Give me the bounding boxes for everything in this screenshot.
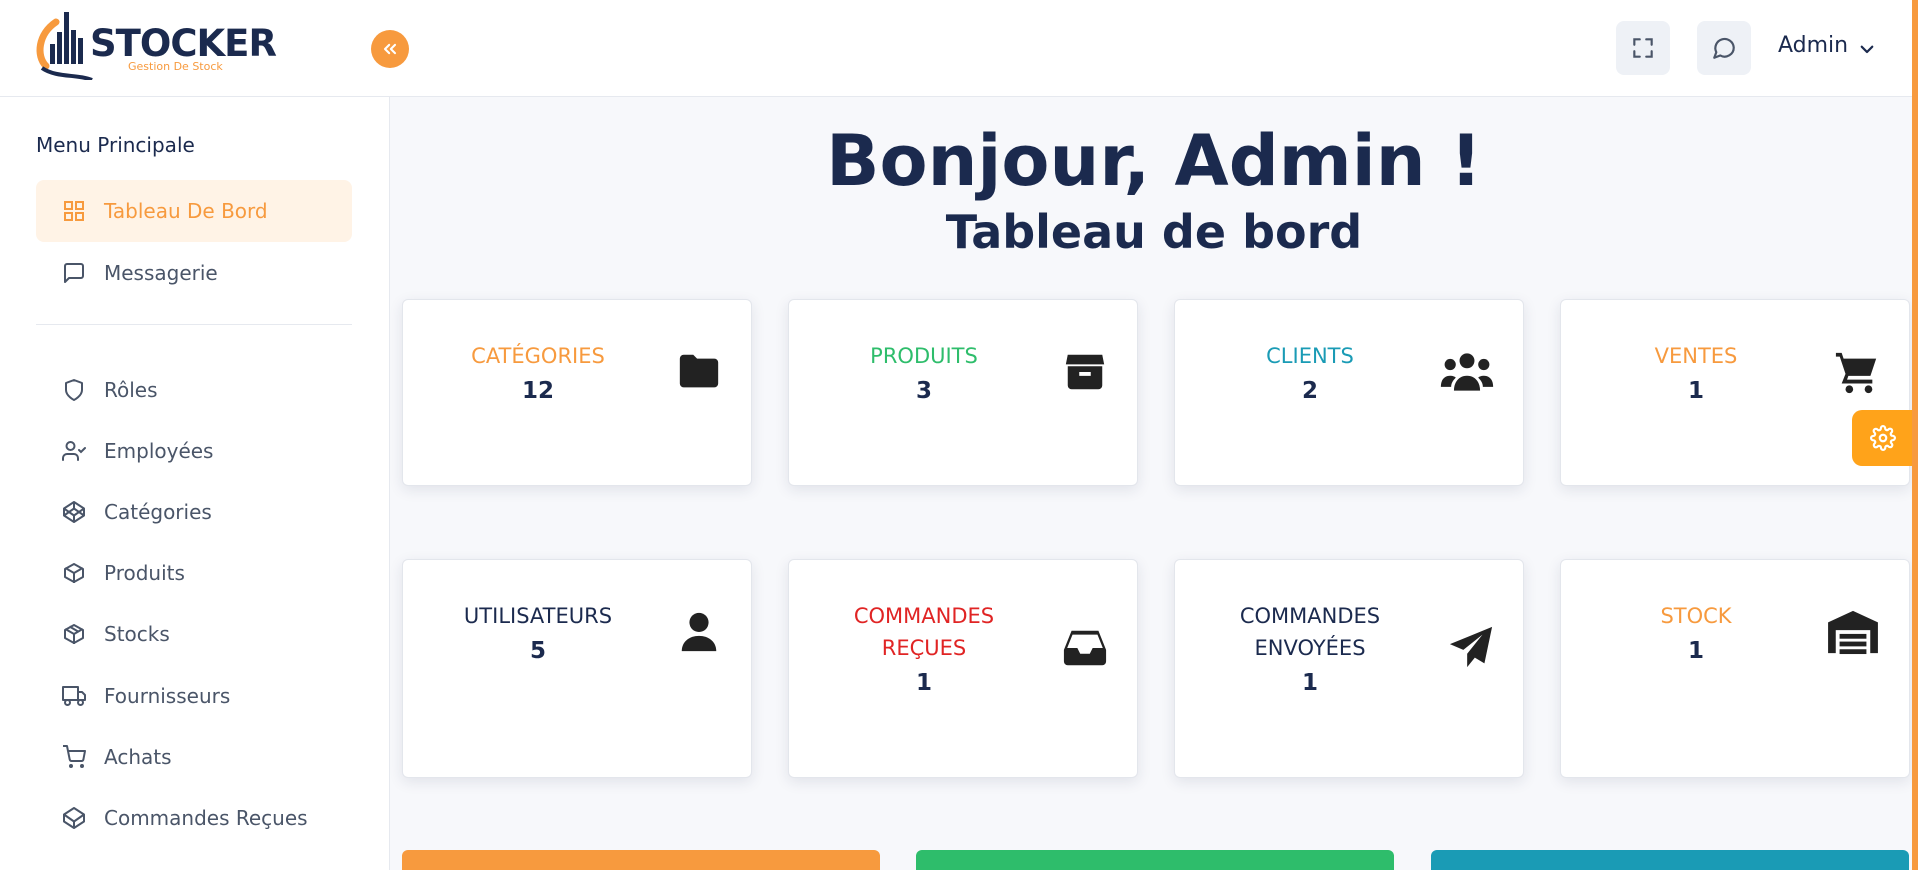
stat-card-commandes-envoyees[interactable]: COMMANDES ENVOYÉES 1 bbox=[1174, 559, 1524, 778]
sidebar-item-produits[interactable]: Produits bbox=[36, 542, 352, 604]
stat-card-label-line: ENVOYÉES bbox=[1254, 636, 1366, 660]
user-menu[interactable]: Admin bbox=[1778, 33, 1876, 58]
warehouse-icon bbox=[1825, 608, 1881, 656]
logo-mark-icon bbox=[36, 12, 93, 80]
stat-card-value: 3 bbox=[915, 378, 932, 404]
sidebar-item-categories[interactable]: Catégories bbox=[36, 481, 352, 543]
shield-icon bbox=[65, 379, 83, 401]
settings-fab-button[interactable] bbox=[1852, 410, 1914, 466]
brand-name: STOCKER bbox=[90, 22, 277, 65]
stat-card-value: 2 bbox=[1301, 378, 1318, 404]
fullscreen-button[interactable] bbox=[1616, 21, 1670, 75]
sidebar-item-label: Commandes Reçues bbox=[104, 806, 308, 830]
stat-card-value: 1 bbox=[1687, 638, 1704, 664]
panel-header-teal bbox=[1431, 850, 1909, 870]
stat-card-label-line: COMMANDES bbox=[853, 604, 995, 628]
sidebar-item-commandes-recues[interactable]: Commandes Reçues bbox=[36, 787, 352, 849]
greeting-heading: Bonjour, Admin ! bbox=[826, 120, 1482, 202]
cart-icon bbox=[1833, 348, 1881, 396]
chevron-down-icon bbox=[1860, 45, 1874, 53]
user-name: Admin bbox=[1778, 33, 1849, 58]
chevrons-left-icon bbox=[383, 43, 397, 55]
gear-icon bbox=[1870, 425, 1896, 451]
sidebar-item-label: Fournisseurs bbox=[104, 684, 231, 708]
shopping-cart-icon bbox=[63, 745, 86, 768]
sidebar-item-achats[interactable]: Achats bbox=[36, 726, 352, 788]
stat-card-produits[interactable]: PRODUITS 3 bbox=[788, 299, 1138, 486]
sidebar: Menu Principale Tableau De Bord Messager… bbox=[0, 97, 390, 870]
paper-plane-icon bbox=[1447, 624, 1495, 672]
stat-card-value: 1 bbox=[1301, 670, 1318, 696]
stat-card-value: 1 bbox=[1687, 378, 1704, 404]
inbox-box-icon bbox=[63, 807, 85, 829]
sidebar-item-messagerie[interactable]: Messagerie bbox=[36, 242, 352, 304]
codepen-icon bbox=[63, 501, 85, 523]
stat-card-utilisateurs[interactable]: UTILISATEURS 5 bbox=[402, 559, 752, 778]
stat-card-label: COMMANDES REÇUES bbox=[809, 600, 1039, 664]
sidebar-item-fournisseurs[interactable]: Fournisseurs bbox=[36, 665, 352, 727]
sidebar-item-label: Messagerie bbox=[104, 261, 218, 285]
brand-logo[interactable]: STOCKER Gestion De Stock bbox=[34, 8, 277, 84]
page-title: Tableau de bord bbox=[945, 205, 1363, 259]
sidebar-item-stocks[interactable]: Stocks bbox=[36, 603, 352, 665]
scrollbar-accent[interactable] bbox=[1912, 0, 1918, 870]
stat-card-value: 1 bbox=[915, 670, 932, 696]
inbox-icon bbox=[1061, 624, 1109, 672]
archive-box-icon bbox=[1061, 348, 1109, 396]
sidebar-item-employees[interactable]: Employées bbox=[36, 420, 352, 482]
sidebar-item-label: Rôles bbox=[104, 378, 158, 402]
sidebar-item-label: Produits bbox=[104, 561, 185, 585]
stat-card-label: VENTES bbox=[1654, 344, 1738, 368]
panel-header-orange bbox=[402, 850, 880, 870]
stat-card-stock[interactable]: STOCK 1 bbox=[1560, 559, 1910, 778]
truck-icon bbox=[62, 686, 86, 706]
user-check-icon bbox=[62, 441, 86, 461]
stat-card-label: CLIENTS bbox=[1266, 344, 1354, 368]
stat-card-label: CATÉGORIES bbox=[471, 344, 605, 368]
sidebar-item-label: Employées bbox=[104, 439, 214, 463]
sidebar-item-label: Catégories bbox=[104, 500, 212, 524]
stat-card-value: 5 bbox=[529, 638, 546, 664]
stat-card-label-line: COMMANDES bbox=[1239, 604, 1381, 628]
stat-card-label: PRODUITS bbox=[870, 344, 978, 368]
stat-card-label: COMMANDES ENVOYÉES bbox=[1195, 600, 1425, 664]
sidebar-item-label: Tableau De Bord bbox=[104, 199, 268, 223]
sidebar-collapse-button[interactable] bbox=[371, 30, 409, 68]
messages-button[interactable] bbox=[1697, 21, 1751, 75]
sidebar-item-label: Achats bbox=[104, 745, 172, 769]
folder-icon bbox=[675, 348, 723, 396]
box-icon bbox=[64, 563, 84, 583]
stat-card-label: STOCK bbox=[1660, 604, 1732, 628]
stat-card-categories[interactable]: CATÉGORIES 12 bbox=[402, 299, 752, 486]
panel-header-green bbox=[916, 850, 1394, 870]
stat-card-label: UTILISATEURS bbox=[463, 604, 613, 628]
stat-card-value: 12 bbox=[521, 378, 554, 404]
sidebar-divider bbox=[36, 324, 352, 325]
sidebar-item-label: Stocks bbox=[104, 622, 170, 646]
fullscreen-icon bbox=[1633, 38, 1653, 58]
chat-bubble-icon bbox=[1713, 37, 1735, 59]
stat-card-label-line: REÇUES bbox=[881, 636, 967, 660]
grid-icon bbox=[64, 201, 84, 221]
user-icon bbox=[675, 608, 723, 656]
message-icon bbox=[64, 263, 84, 283]
sidebar-item-roles[interactable]: Rôles bbox=[36, 359, 352, 421]
stat-card-clients[interactable]: CLIENTS 2 bbox=[1174, 299, 1524, 486]
top-header: STOCKER Gestion De Stock Admin bbox=[0, 0, 1918, 97]
package-icon bbox=[64, 624, 84, 644]
sidebar-item-tableau-de-bord[interactable]: Tableau De Bord bbox=[36, 180, 352, 242]
stat-card-commandes-recues[interactable]: COMMANDES REÇUES 1 bbox=[788, 559, 1138, 778]
sidebar-title: Menu Principale bbox=[36, 133, 195, 157]
brand-tagline: Gestion De Stock bbox=[128, 60, 223, 73]
users-icon bbox=[1439, 348, 1495, 396]
